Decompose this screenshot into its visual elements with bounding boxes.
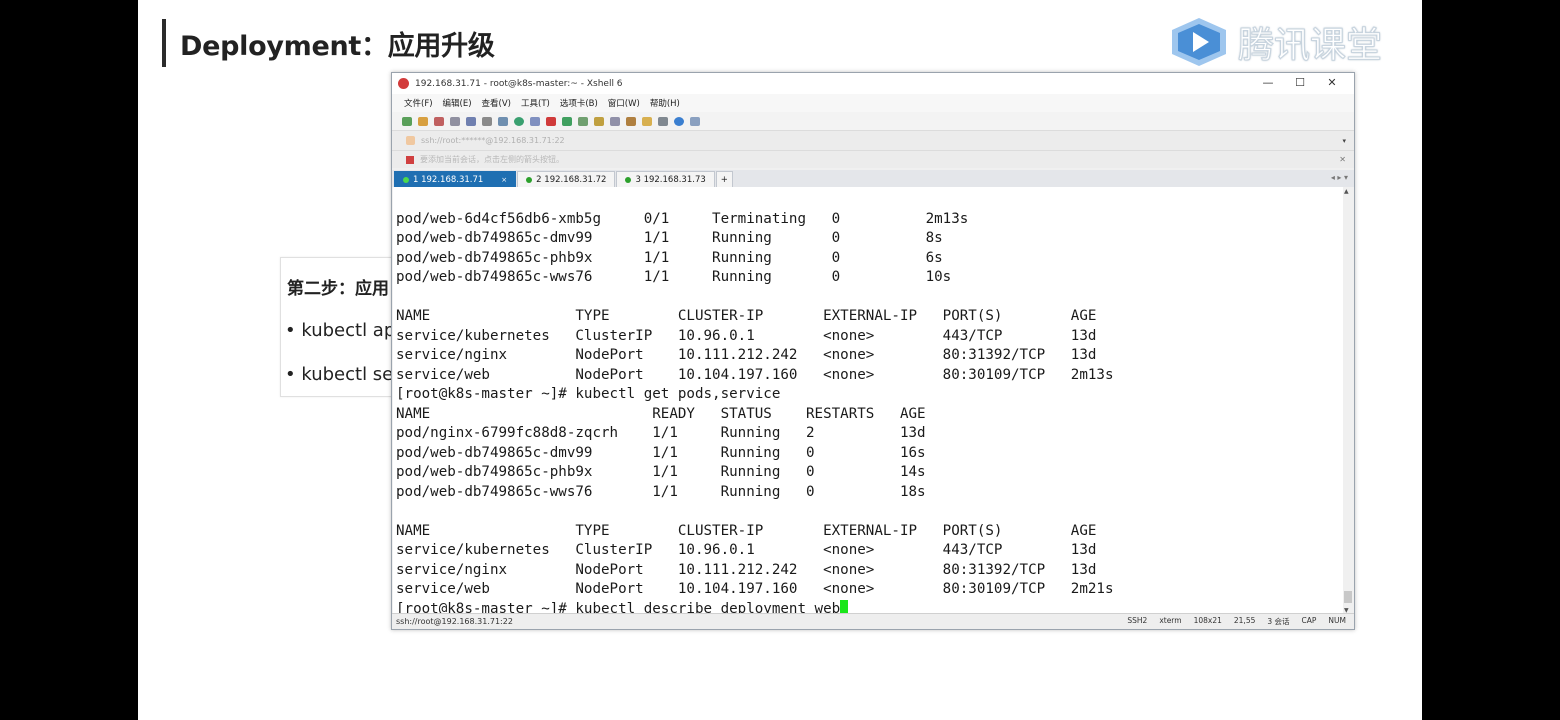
tab-close-icon[interactable]: × [501, 176, 507, 184]
terminal-scrollbar[interactable]: ▲ ▼ [1343, 187, 1353, 615]
tab-label: 1 192.168.31.71 [413, 174, 484, 185]
close-button[interactable]: ✕ [1316, 75, 1348, 91]
lock-icon[interactable] [594, 116, 604, 126]
toolbar [392, 112, 1354, 130]
xshell-app-icon [398, 78, 409, 89]
tencent-classroom-logo: 腾讯课堂 [1168, 16, 1383, 68]
terminal-line: pod/web-db749865c-wws76 1/1 Running 0 10… [396, 269, 952, 285]
minimize-button[interactable]: — [1252, 75, 1284, 91]
copy-icon[interactable] [450, 116, 460, 126]
session-tab-bar: 1 192.168.31.71 × 2 192.168.31.72 3 192.… [392, 170, 1354, 187]
terminal-line: pod/web-db749865c-dmv99 1/1 Running 0 8s [396, 230, 943, 246]
status-size: 108x21 [1193, 616, 1222, 625]
bookmark-icon [406, 155, 414, 164]
window-controls: — ☐ ✕ [1252, 75, 1348, 91]
terminal-line: pod/nginx-6799fc88d8-zqcrh 1/1 Running 2… [396, 425, 926, 441]
terminal-output[interactable]: pod/web-6d4cf56db6-xmb5g 0/1 Terminating… [393, 187, 1344, 615]
terminal-line: service/kubernetes ClusterIP 10.96.0.1 <… [396, 327, 1097, 344]
disconnect-icon[interactable] [434, 116, 444, 126]
terminal-lines: pod/web-6d4cf56db6-xmb5g 0/1 Terminating… [396, 190, 1114, 615]
transfer-icon[interactable] [562, 116, 572, 126]
tab-label: 3 192.168.31.73 [635, 174, 706, 185]
scroll-thumb[interactable] [1344, 591, 1352, 603]
status-connection: ssh://root@192.168.31.71:22 [396, 617, 513, 626]
status-bar: ssh://root@192.168.31.71:22 SSH2 xterm 1… [392, 613, 1354, 629]
terminal-line: pod/web-db749865c-dmv99 1/1 Running 0 16… [396, 444, 926, 461]
status-caps: CAP [1301, 616, 1317, 625]
hint-text: 要添加当前会话，点击左侧的箭头按钮。 [420, 155, 564, 164]
menu-bar: 文件(F) 编辑(E) 查看(V) 工具(T) 选项卡(B) 窗口(W) 帮助(… [392, 94, 1354, 112]
connected-icon [625, 176, 632, 183]
keyboard-icon[interactable] [610, 116, 620, 126]
play-icon [1172, 18, 1226, 66]
open-folder-icon[interactable] [418, 116, 428, 126]
font-icon[interactable] [530, 116, 540, 126]
logo-text: 腾讯课堂 [1237, 25, 1383, 67]
chat-icon[interactable] [690, 116, 700, 126]
status-sessions: 3 会话 [1267, 617, 1290, 626]
status-indicators: SSH2 xterm 108x21 21,55 3 会话 CAP NUM [1127, 616, 1346, 627]
terminal-line: service/web NodePort 10.104.197.160 <non… [396, 366, 1114, 383]
print-icon[interactable] [498, 116, 508, 126]
tab-label: 2 192.168.31.72 [536, 174, 607, 185]
menu-file[interactable]: 文件(F) [404, 97, 433, 109]
terminal-line: NAME TYPE CLUSTER-IP EXTERNAL-IP PORT(S)… [396, 522, 1097, 539]
address-text: ssh://root:******@192.168.31.71:22 [421, 136, 565, 145]
tab-session-1[interactable]: 1 192.168.31.71 × [394, 171, 517, 187]
scroll-up-icon[interactable]: ▲ [1344, 188, 1349, 195]
terminal-line: service/nginx NodePort 10.111.212.242 <n… [396, 561, 1097, 578]
terminal-line: NAME TYPE CLUSTER-IP EXTERNAL-IP PORT(S)… [396, 308, 1097, 324]
help-icon[interactable] [674, 116, 684, 126]
tab-session-2[interactable]: 2 192.168.31.72 [517, 171, 616, 187]
compose-icon[interactable] [642, 116, 652, 126]
terminal-line: service/kubernetes ClusterIP 10.96.0.1 <… [396, 542, 1097, 558]
xftp-icon[interactable] [546, 116, 556, 126]
maximize-button[interactable]: ☐ [1284, 75, 1316, 91]
find-icon[interactable] [482, 116, 492, 126]
terminal-line: pod/web-6d4cf56db6-xmb5g 0/1 Terminating… [396, 210, 969, 227]
status-cursor-pos: 21,55 [1233, 616, 1256, 625]
tab-nav-arrows-icon[interactable]: ◂ ▸ ▾ [1331, 173, 1348, 182]
session-hint-bar: 要添加当前会话，点击左侧的箭头按钮。 ✕ [392, 150, 1354, 168]
fullscreen-icon[interactable] [578, 116, 588, 126]
terminal-line: NAME READY STATUS RESTARTS AGE [396, 405, 926, 422]
terminal-line: pod/web-db749865c-wws76 1/1 Running 0 18… [396, 483, 926, 500]
menu-tools[interactable]: 工具(T) [521, 97, 550, 109]
step-heading: 第二步：应用 [287, 279, 389, 299]
terminal-line: service/web NodePort 10.104.197.160 <non… [396, 581, 1114, 597]
close-hint-icon[interactable]: ✕ [1339, 155, 1346, 164]
connected-icon [526, 176, 533, 183]
slide-title: Deployment：应用升级 [180, 31, 495, 62]
title-bar[interactable]: 192.168.31.71 - root@k8s-master:~ - Xshe… [392, 73, 1354, 94]
menu-view[interactable]: 查看(V) [482, 97, 511, 109]
menu-edit[interactable]: 编辑(E) [443, 97, 472, 109]
globe-icon[interactable] [514, 116, 524, 126]
status-num: NUM [1328, 616, 1346, 625]
menu-help[interactable]: 帮助(H) [650, 97, 680, 109]
tab-session-3[interactable]: 3 192.168.31.73 [616, 171, 715, 187]
address-dropdown-icon[interactable]: ▾ [1342, 137, 1346, 145]
layout-icon[interactable] [658, 116, 668, 126]
window-title: 192.168.31.71 - root@k8s-master:~ - Xshe… [415, 78, 623, 89]
bullet-item: • kubectl ap [285, 320, 396, 341]
terminal-line: pod/web-db749865c-phb9x 1/1 Running 0 14… [396, 464, 926, 480]
lock-icon [406, 136, 415, 145]
status-protocol: SSH2 [1127, 616, 1148, 625]
terminal-line: [root@k8s-master ~]# kubectl get pods,se… [396, 386, 781, 402]
status-term-type: xterm [1159, 616, 1182, 625]
script-icon[interactable] [626, 116, 636, 126]
xshell-window[interactable]: 192.168.31.71 - root@k8s-master:~ - Xshe… [391, 72, 1355, 630]
menu-tabs[interactable]: 选项卡(B) [560, 97, 598, 109]
paste-icon[interactable] [466, 116, 476, 126]
add-tab-button[interactable]: + [715, 171, 733, 187]
connected-icon [403, 176, 409, 183]
terminal-line: pod/web-db749865c-phb9x 1/1 Running 0 6s [396, 249, 943, 266]
bullet-item: • kubectl se [285, 364, 394, 385]
title-accent-bar [162, 19, 166, 67]
new-session-icon[interactable] [402, 116, 412, 126]
terminal-line: service/nginx NodePort 10.111.212.242 <n… [396, 347, 1097, 363]
address-bar[interactable]: ssh://root:******@192.168.31.71:22 ▾ [392, 130, 1354, 150]
menu-window[interactable]: 窗口(W) [608, 97, 640, 109]
